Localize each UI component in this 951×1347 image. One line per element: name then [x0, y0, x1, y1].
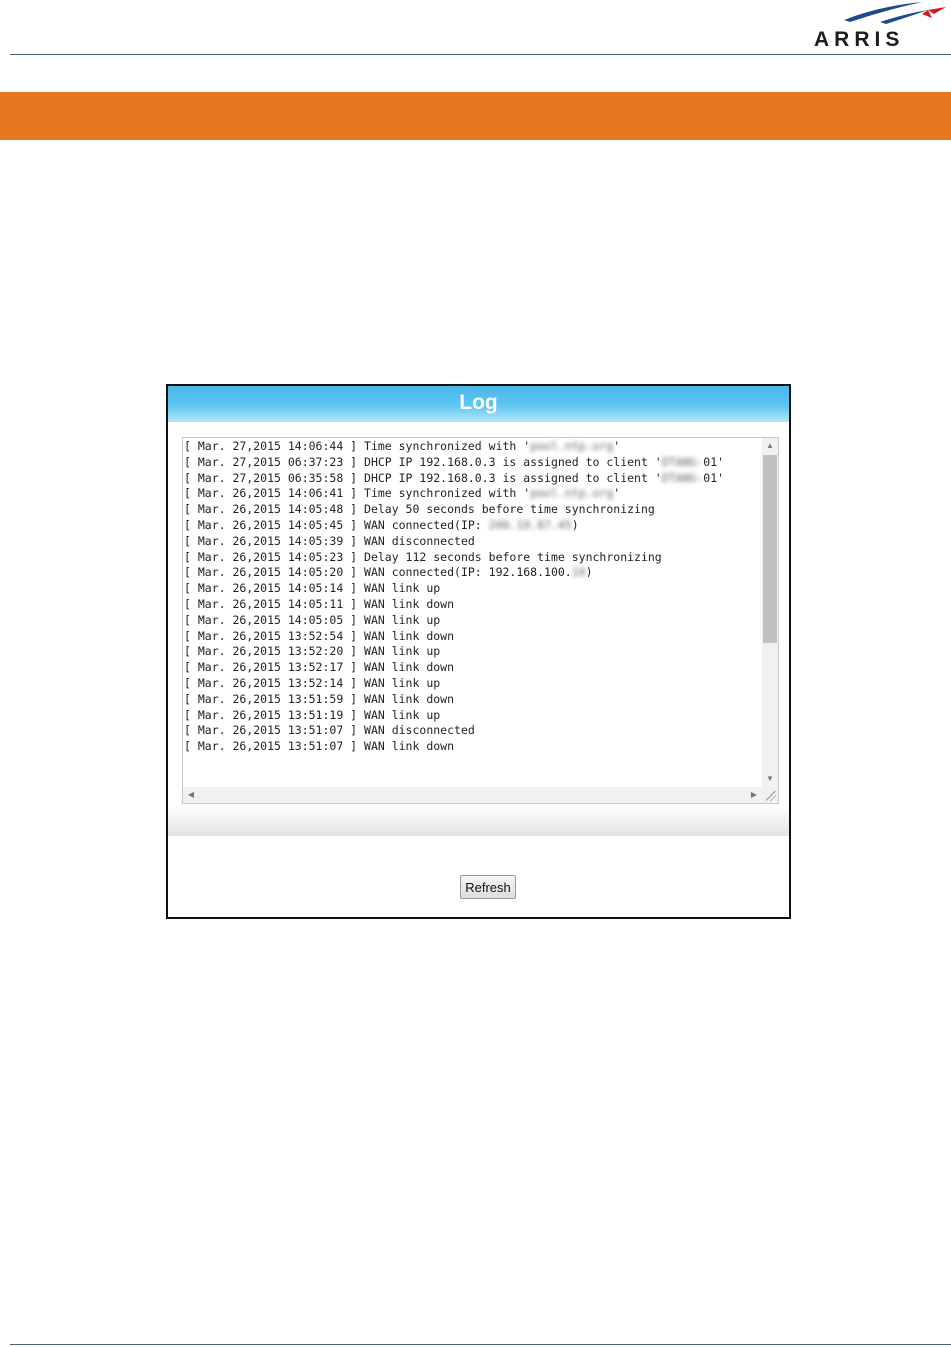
vertical-scrollbar[interactable]: ▲ ▼: [762, 438, 778, 787]
log-timestamp: [ Mar. 26,2015 14:05:05 ]: [184, 612, 365, 627]
refresh-button[interactable]: Refresh: [460, 875, 516, 899]
log-timestamp: [ Mar. 26,2015 14:05:45 ]: [184, 517, 365, 532]
log-line: [ Mar. 26,2015 13:52:14 ] WAN link up: [184, 676, 761, 692]
arris-logo: ARRIS: [800, 0, 951, 52]
log-redacted: 200.19.87.45: [488, 517, 572, 532]
log-timestamp: [ Mar. 26,2015 13:52:54 ]: [184, 628, 365, 643]
log-message: Time synchronized with ': [364, 486, 531, 501]
log-message: WAN link up: [364, 612, 441, 627]
log-message-tail: ': [613, 439, 621, 453]
log-line: [ Mar. 26,2015 14:05:39 ] WAN disconnect…: [184, 534, 761, 550]
log-message: WAN connected(IP: 192.168.100.: [364, 565, 572, 580]
log-message: WAN link up: [364, 644, 441, 659]
log-timestamp: [ Mar. 26,2015 14:05:39 ]: [184, 533, 365, 548]
log-timestamp: [ Mar. 27,2015 14:06:44 ]: [184, 439, 365, 453]
logo-text: ARRIS: [814, 28, 905, 51]
log-line: [ Mar. 26,2015 13:51:19 ] WAN link up: [184, 708, 761, 724]
log-line: [ Mar. 26,2015 14:05:23 ] Delay 112 seco…: [184, 550, 761, 566]
log-timestamp: [ Mar. 26,2015 14:06:41 ]: [184, 486, 365, 501]
log-message: WAN link down: [364, 660, 455, 675]
log-timestamp: [ Mar. 26,2015 13:51:07 ]: [184, 723, 365, 738]
log-message: WAN link up: [364, 581, 441, 596]
log-timestamp: [ Mar. 26,2015 14:05:11 ]: [184, 596, 365, 611]
log-timestamp: [ Mar. 26,2015 14:05:14 ]: [184, 581, 365, 596]
log-line: [ Mar. 26,2015 14:05:45 ] WAN connected(…: [184, 518, 761, 534]
log-line: [ Mar. 26,2015 13:52:54 ] WAN link down: [184, 629, 761, 645]
log-message: Delay 50 seconds before time synchronizi…: [364, 502, 655, 517]
log-message: DHCP IP 192.168.0.3 is assigned to clien…: [364, 454, 662, 469]
log-line: [ Mar. 26,2015 14:05:11 ] WAN link down: [184, 597, 761, 613]
log-message-tail: ): [585, 565, 593, 580]
log-message-tail: ': [613, 486, 621, 501]
log-textarea[interactable]: [ Mar. 27,2015 14:06:44 ] Time synchroni…: [182, 437, 779, 804]
horizontal-scrollbar[interactable]: ◀ ▶: [183, 787, 762, 803]
log-redacted: pool.ntp.org: [530, 486, 614, 501]
log-message: WAN connected(IP:: [364, 517, 489, 532]
log-redacted: DTANG-: [661, 470, 704, 485]
log-line: [ Mar. 26,2015 13:51:07 ] WAN link down: [184, 739, 761, 755]
log-message: Time synchronized with ': [364, 439, 531, 453]
header-rule: [10, 54, 951, 55]
log-line: [ Mar. 26,2015 14:06:41 ] Time synchroni…: [184, 486, 761, 502]
log-line: [ Mar. 26,2015 13:51:07 ] WAN disconnect…: [184, 723, 761, 739]
log-message: DHCP IP 192.168.0.3 is assigned to clien…: [364, 470, 662, 485]
log-message: WAN link down: [364, 691, 455, 706]
log-line: [ Mar. 26,2015 14:05:14 ] WAN link up: [184, 581, 761, 597]
resize-grip-icon[interactable]: [766, 791, 776, 801]
window-title: Log: [168, 386, 789, 422]
log-message-tail: 01': [703, 470, 725, 485]
log-timestamp: [ Mar. 26,2015 13:52:14 ]: [184, 675, 365, 690]
log-window: Log [ Mar. 27,2015 14:06:44 ] Time synch…: [166, 384, 791, 919]
log-timestamp: [ Mar. 27,2015 06:37:23 ]: [184, 454, 365, 469]
log-line: [ Mar. 26,2015 13:51:59 ] WAN link down: [184, 692, 761, 708]
log-message: Delay 112 seconds before time synchroniz…: [364, 549, 662, 564]
log-redacted: pool.ntp.org: [530, 439, 614, 453]
scroll-left-icon[interactable]: ◀: [183, 787, 199, 803]
log-timestamp: [ Mar. 26,2015 14:05:20 ]: [184, 565, 365, 580]
log-timestamp: [ Mar. 26,2015 13:52:20 ]: [184, 644, 365, 659]
log-line: [ Mar. 26,2015 14:05:20 ] WAN connected(…: [184, 565, 761, 581]
log-line: [ Mar. 27,2015 14:06:44 ] Time synchroni…: [184, 439, 761, 455]
log-message: WAN link up: [364, 707, 441, 722]
log-line: [ Mar. 26,2015 13:52:20 ] WAN link up: [184, 644, 761, 660]
log-redacted: DTANG-: [661, 454, 704, 469]
log-line: [ Mar. 26,2015 13:52:17 ] WAN link down: [184, 660, 761, 676]
window-footer-bar: [168, 806, 789, 836]
scroll-right-icon[interactable]: ▶: [746, 787, 762, 803]
scroll-down-icon[interactable]: ▼: [762, 771, 778, 787]
resize-corner[interactable]: [762, 787, 778, 803]
log-timestamp: [ Mar. 26,2015 13:51:59 ]: [184, 691, 365, 706]
log-content: [ Mar. 27,2015 14:06:44 ] Time synchroni…: [184, 439, 761, 787]
log-message: WAN disconnected: [364, 533, 475, 548]
log-message-tail: ): [571, 517, 579, 532]
log-timestamp: [ Mar. 26,2015 14:05:48 ]: [184, 502, 365, 517]
log-timestamp: [ Mar. 27,2015 06:35:58 ]: [184, 470, 365, 485]
log-line: [ Mar. 26,2015 14:05:05 ] WAN link up: [184, 613, 761, 629]
log-message: WAN link up: [364, 675, 441, 690]
footer-rule: [10, 1344, 951, 1345]
log-line: [ Mar. 27,2015 06:35:58 ] DHCP IP 192.16…: [184, 471, 761, 487]
scroll-up-icon[interactable]: ▲: [762, 438, 778, 454]
log-message: WAN link down: [364, 628, 455, 643]
log-timestamp: [ Mar. 26,2015 13:51:07 ]: [184, 739, 365, 754]
log-redacted: 10: [571, 565, 586, 580]
log-message: WAN link down: [364, 739, 455, 754]
log-timestamp: [ Mar. 26,2015 13:52:17 ]: [184, 660, 365, 675]
log-line: [ Mar. 26,2015 14:05:48 ] Delay 50 secon…: [184, 502, 761, 518]
section-band: [0, 92, 951, 140]
log-timestamp: [ Mar. 26,2015 13:51:19 ]: [184, 707, 365, 722]
log-timestamp: [ Mar. 26,2015 14:05:23 ]: [184, 549, 365, 564]
log-message-tail: 01': [703, 454, 725, 469]
log-message: WAN disconnected: [364, 723, 475, 738]
scrollbar-thumb[interactable]: [763, 455, 777, 643]
logo-swoosh-icon: [844, 2, 946, 24]
log-message: WAN link down: [364, 596, 455, 611]
log-line: [ Mar. 27,2015 06:37:23 ] DHCP IP 192.16…: [184, 455, 761, 471]
